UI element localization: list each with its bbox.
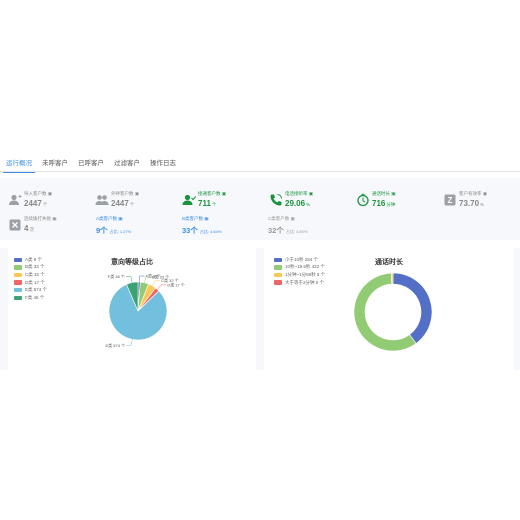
stats-panel: 导入客户数 ▣ 2447个 外呼客户数 ▣ 2447个 接通客户数 ▣ 711个… [0, 178, 520, 240]
stat-value: 711 [198, 199, 211, 208]
stat-label: 外呼客户数 [111, 191, 134, 196]
add-user-icon [9, 194, 22, 205]
stat-label: 导入客户数 [24, 191, 47, 196]
calendar-icon[interactable]: ▣ [204, 216, 208, 221]
data-label: E类 574 个 [106, 342, 126, 348]
calendar-icon[interactable]: ▣ [391, 191, 395, 196]
label-line [138, 275, 145, 283]
stat-label: B类客户数 [182, 216, 204, 221]
stat-ratio: 占比: 1.27% [109, 229, 132, 234]
tab-filtered-customers[interactable]: 过滤客户 [111, 150, 143, 172]
data-label: D类 17 个 [167, 281, 185, 287]
intent-level-card: 意向等级占比 A类 9 个 B类 33 个 C类 32 个 D类 17 个 E类 574… [8, 248, 256, 370]
label-line [152, 280, 161, 286]
calendar-icon[interactable]: ▣ [48, 191, 52, 196]
stat-class-b: B类客户数 ▣ 33个 占比: 4.64% [182, 216, 221, 236]
stat-valid-rate: Z 客户有效率 ▣ 73.70% [435, 191, 515, 215]
tab-operation-log[interactable]: 操作日志 [147, 150, 179, 172]
stat-imported-customers: 导入客户数 ▣ 2447个 [0, 191, 80, 215]
valid-rate-icon: Z [444, 194, 456, 206]
stat-unit: 个 [42, 202, 48, 207]
call-duration-donut-chart [353, 272, 433, 352]
calendar-icon[interactable]: ▣ [483, 191, 487, 196]
stat-unit: 个 [129, 202, 135, 207]
stat-value: 33个 [182, 226, 198, 235]
stat-label: 连续拨打失败 [24, 216, 51, 221]
stat-value: 73.70 [459, 199, 480, 208]
users-icon [95, 195, 109, 205]
intent-level-pie-chart: A类 9 个B类 33 个C类 32 个D类 17 个E类 574 个F类 46… [106, 273, 185, 348]
stat-unit: % [480, 202, 485, 207]
pie-slice[interactable] [390, 272, 394, 285]
phone-icon [270, 194, 282, 206]
stat-label: 接通客户数 [198, 191, 221, 196]
tab-overview[interactable]: 运行概况 [3, 150, 35, 173]
stat-unit: 个 [211, 202, 217, 207]
stat-label: 电话接听率 [285, 191, 308, 196]
calendar-icon[interactable]: ▣ [52, 216, 56, 221]
stat-value: 9个 [96, 226, 108, 235]
call-duration-card: 通话时长 小于10秒 284 个 10秒~19.5秒 422 个 1分钟~1分59秒… [264, 248, 514, 370]
stat-class-c: C类客户数 ▣ 32个 占比: 4.50% [268, 216, 307, 236]
calendar-icon[interactable]: ▣ [291, 216, 295, 221]
stat-connected-customers: 接通客户数 ▣ 711个 [174, 191, 254, 215]
stat-value: 716 [372, 199, 386, 208]
label-line [126, 339, 133, 346]
stat-value: 4 [24, 224, 29, 233]
stat-unit: 次 [29, 227, 34, 232]
stat-unit: 分钟 [386, 202, 396, 207]
stat-label: 客户有效率 [459, 191, 482, 196]
stat-value: 32个 [268, 226, 284, 235]
label-line [125, 276, 133, 283]
calendar-icon[interactable]: ▣ [135, 191, 139, 196]
calendar-icon[interactable]: ▣ [309, 191, 313, 196]
stat-consecutive-failures: 连续拨打失败 ▣ 4次 [0, 216, 80, 240]
charts-area: 意向等级占比 A类 9 个 B类 33 个 C类 32 个 D类 17 个 E类 574… [0, 248, 520, 370]
tab-bar: 运行概况 未呼客户 已呼客户 过滤客户 操作日志 [0, 150, 520, 173]
pie-slice[interactable] [392, 272, 433, 344]
calendar-icon[interactable]: ▣ [222, 191, 226, 196]
stat-value: 2447 [24, 199, 42, 208]
data-label: F类 46 个 [108, 273, 125, 279]
stat-call-duration: 通话时长 ▣ 716分钟 [348, 191, 428, 215]
tab-called-customers[interactable]: 已呼客户 [75, 150, 107, 172]
timer-icon [357, 193, 369, 207]
stat-ratio: 占比: 4.64% [199, 229, 222, 234]
stat-label: 通话时长 [372, 191, 390, 196]
stat-label: A类客户数 [96, 216, 118, 221]
stat-value: 2447 [111, 199, 129, 208]
stat-answer-rate: 电话接听率 ▣ 29.06% [261, 191, 341, 215]
stat-class-a: A类客户数 ▣ 9个 占比: 1.27% [96, 216, 131, 236]
stat-ratio: 占比: 4.50% [285, 229, 308, 234]
calendar-icon[interactable]: ▣ [118, 216, 122, 221]
close-box-icon [9, 219, 21, 231]
stat-outbound-customers: 外呼客户数 ▣ 2447个 [87, 191, 167, 215]
stat-label: C类客户数 [268, 216, 290, 221]
stat-value: 29.06 [285, 199, 306, 208]
stat-unit: % [306, 202, 311, 207]
svg-text:Z: Z [448, 196, 453, 205]
user-check-icon [182, 194, 196, 205]
label-line [157, 284, 167, 290]
tab-uncalled-customers[interactable]: 未呼客户 [39, 150, 71, 172]
